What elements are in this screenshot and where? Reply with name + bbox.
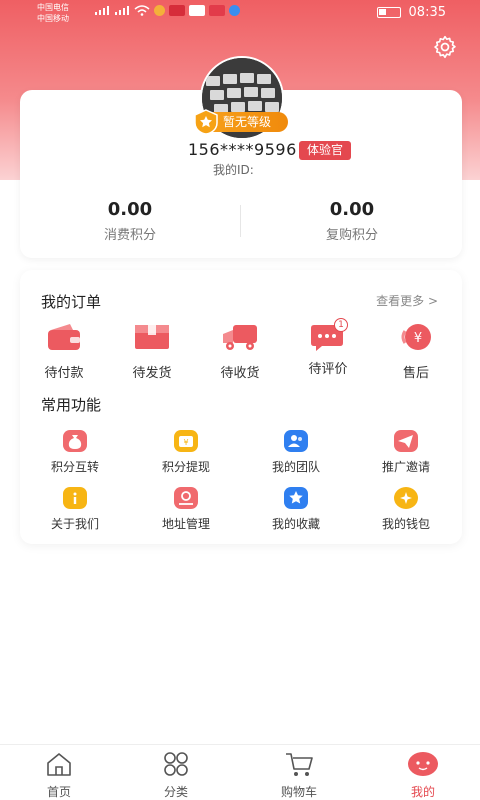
order-to-ship[interactable]: 待发货 bbox=[117, 322, 187, 381]
stat-label: 消费积分 bbox=[103, 228, 156, 243]
func-label: 我的收藏 bbox=[271, 517, 320, 531]
team-icon bbox=[284, 430, 308, 452]
functions-title: 常用功能 bbox=[41, 396, 102, 414]
stat-divider bbox=[240, 205, 241, 237]
func-label: 我的团队 bbox=[271, 460, 320, 474]
func-label: 推广邀请 bbox=[381, 460, 430, 474]
app-notification-icon bbox=[154, 5, 165, 16]
wifi-icon bbox=[134, 5, 150, 16]
order-pending-payment[interactable]: 待付款 bbox=[29, 322, 99, 381]
app-notification-icon bbox=[229, 5, 240, 16]
tab-cart[interactable]: 购物车 bbox=[269, 751, 329, 800]
order-label: 待付款 bbox=[44, 366, 84, 381]
level-badge: 暂无等级 bbox=[194, 109, 288, 135]
withdraw-icon: ¥ bbox=[174, 430, 198, 452]
tab-label: 首页 bbox=[46, 785, 71, 799]
star-icon bbox=[284, 487, 308, 509]
func-my-favorites[interactable]: 我的收藏 bbox=[251, 487, 341, 532]
func-points-withdraw[interactable]: ¥ 积分提现 bbox=[141, 430, 231, 475]
tab-label: 购物车 bbox=[280, 785, 317, 799]
package-icon bbox=[135, 325, 169, 349]
carrier-info: 中国电信 中国移动 bbox=[37, 2, 69, 24]
func-promote-invite[interactable]: 推广邀请 bbox=[361, 430, 451, 475]
orders-title: 我的订单 bbox=[41, 293, 102, 311]
carrier-2: 中国移动 bbox=[37, 14, 69, 23]
func-label: 积分互转 bbox=[50, 460, 99, 474]
home-icon bbox=[47, 753, 71, 776]
stat-value: 0.00 bbox=[329, 199, 375, 220]
stat-value: 0.00 bbox=[107, 199, 153, 220]
stat-label: 复购积分 bbox=[325, 228, 378, 243]
battery-icon bbox=[376, 7, 401, 18]
user-id-label: 我的ID: bbox=[213, 163, 254, 177]
tab-category[interactable]: 分类 bbox=[146, 751, 206, 800]
order-label: 售后 bbox=[402, 366, 429, 381]
svg-text:¥: ¥ bbox=[414, 331, 422, 346]
func-label: 关于我们 bbox=[50, 517, 99, 531]
order-label: 待收货 bbox=[220, 366, 260, 381]
func-label: 我的钱包 bbox=[381, 517, 430, 531]
info-icon bbox=[63, 487, 87, 509]
app-notification-icon bbox=[209, 5, 225, 16]
func-address-manage[interactable]: 地址管理 bbox=[141, 487, 231, 532]
func-points-transfer[interactable]: 积分互转 bbox=[30, 430, 120, 475]
level-star-icon bbox=[194, 109, 218, 135]
truck-icon bbox=[223, 325, 257, 350]
app-notification-icon bbox=[189, 5, 205, 16]
status-icons bbox=[94, 5, 240, 16]
grid-icon bbox=[164, 752, 188, 776]
func-about-us[interactable]: 关于我们 bbox=[30, 487, 120, 532]
money-bag-icon bbox=[63, 430, 87, 452]
wallet-coin-icon bbox=[394, 487, 418, 509]
cart-icon bbox=[286, 753, 313, 776]
order-to-review[interactable]: 1 待评价 bbox=[293, 318, 363, 377]
func-label: 地址管理 bbox=[161, 517, 210, 531]
settings-gear-icon[interactable] bbox=[432, 34, 458, 60]
consumption-points[interactable]: 0.00 消费积分 bbox=[50, 199, 210, 243]
phone-number: 156****9596 bbox=[188, 140, 297, 159]
comment-icon-wrap: 1 bbox=[308, 318, 348, 352]
level-text: 暂无等级 bbox=[223, 115, 272, 129]
status-bar: 中国电信 中国移动 08:35 bbox=[0, 0, 480, 26]
func-label: 积分提现 bbox=[161, 460, 210, 474]
see-more-link[interactable]: 查看更多 > bbox=[376, 292, 438, 309]
share-icon bbox=[394, 430, 418, 452]
tab-mine[interactable]: 我的 bbox=[393, 751, 453, 800]
carrier-1: 中国电信 bbox=[37, 3, 69, 12]
signal-icon bbox=[115, 6, 129, 15]
refund-icon: ¥ bbox=[401, 324, 431, 350]
wallet-icon bbox=[48, 324, 80, 350]
review-count-badge: 1 bbox=[334, 318, 348, 332]
order-after-sale[interactable]: ¥ 售后 bbox=[381, 322, 451, 381]
status-right: 08:35 bbox=[376, 5, 446, 20]
bottom-tab-bar: 首页 分类 购物车 我的 bbox=[0, 744, 480, 800]
tab-label: 分类 bbox=[163, 785, 188, 799]
tab-label: 我的 bbox=[410, 785, 435, 799]
order-label: 待评价 bbox=[308, 362, 348, 377]
app-notification-icon bbox=[169, 5, 185, 16]
order-to-receive[interactable]: 待收货 bbox=[205, 322, 275, 381]
tab-home[interactable]: 首页 bbox=[29, 751, 89, 800]
order-label: 待发货 bbox=[132, 366, 172, 381]
profile-face-icon bbox=[408, 752, 438, 776]
func-my-team[interactable]: 我的团队 bbox=[251, 430, 341, 475]
role-badge: 体验官 bbox=[299, 141, 352, 160]
signal-icon bbox=[95, 6, 109, 15]
func-my-wallet[interactable]: 我的钱包 bbox=[361, 487, 451, 532]
repurchase-points[interactable]: 0.00 复购积分 bbox=[272, 199, 432, 243]
clock: 08:35 bbox=[408, 5, 446, 20]
location-icon bbox=[174, 487, 198, 509]
svg-text:¥: ¥ bbox=[183, 438, 188, 447]
